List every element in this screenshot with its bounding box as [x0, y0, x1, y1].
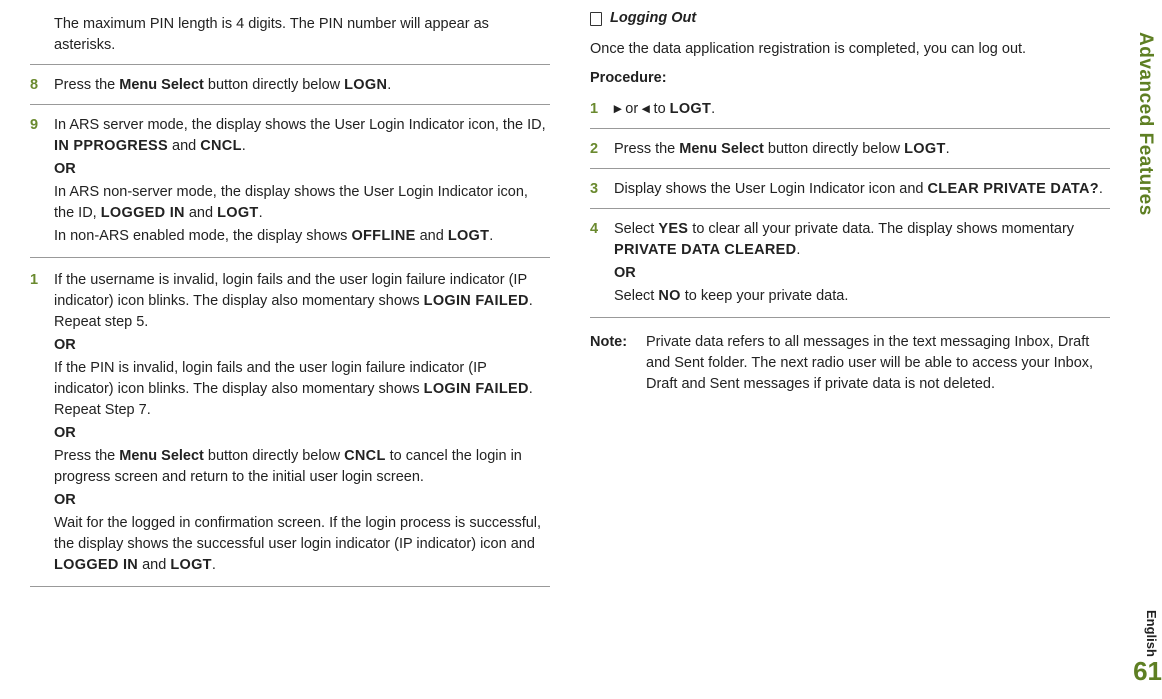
text: Display shows the User Login Indicator i… [614, 181, 928, 197]
step-number: 1 [590, 99, 604, 120]
display-text: LOGIN FAILED [424, 293, 529, 309]
text: and [416, 228, 448, 244]
text: . [387, 77, 391, 93]
step-body: Select YES to clear all your private dat… [614, 219, 1110, 309]
text: Press the [54, 448, 119, 464]
display-text: LOGT [217, 205, 258, 221]
display-text: NO [658, 288, 680, 304]
step-body: In ARS server mode, the display shows th… [54, 115, 550, 249]
display-text: LOGT [448, 228, 489, 244]
procedure-label: Procedure: [590, 68, 1110, 89]
text: . [259, 205, 263, 221]
text: Wait for the logged in confirmation scre… [54, 515, 541, 552]
step-9: 9 In ARS server mode, the display shows … [30, 109, 550, 258]
text: button directly below [204, 448, 344, 464]
text: . [796, 242, 800, 258]
section-heading: Logging Out [590, 8, 1110, 29]
text: and [185, 205, 217, 221]
left-column: The maximum PIN length is 4 digits. The … [30, 8, 550, 591]
display-text: IN PPROGRESS [54, 138, 168, 154]
proc-step-3: 3 Display shows the User Login Indicator… [590, 173, 1110, 209]
proc-step-2: 2 Press the Menu Select button directly … [590, 133, 1110, 169]
display-text: LOGT [170, 557, 211, 573]
menu-select-label: Menu Select [119, 77, 204, 93]
text: . [489, 228, 493, 244]
menu-select-label: Menu Select [679, 141, 764, 157]
proc-step-1: 1 ▸ or ◂ to LOGT. [590, 93, 1110, 129]
section-title: Logging Out [610, 8, 696, 29]
text: Press the [614, 141, 679, 157]
intro-text: The maximum PIN length is 4 digits. The … [54, 14, 550, 56]
page-number: 61 [1133, 653, 1162, 691]
menu-select-label: Menu Select [119, 448, 204, 464]
or-label: OR [54, 423, 550, 444]
or-label: OR [54, 159, 550, 180]
display-text: LOGT [670, 101, 711, 117]
spacer [30, 14, 44, 56]
step-body: Display shows the User Login Indicator i… [614, 179, 1110, 200]
display-text: CNCL [200, 138, 241, 154]
text: and [138, 557, 170, 573]
text: Select [614, 221, 658, 237]
text: Press the [54, 77, 119, 93]
text: button directly below [764, 141, 904, 157]
text: . [946, 141, 950, 157]
text: and [168, 138, 200, 154]
step-number: 4 [590, 219, 604, 309]
display-text: CNCL [344, 448, 385, 464]
step-number: 2 [590, 139, 604, 160]
text: . [242, 138, 246, 154]
step-body: Press the Menu Select button directly be… [54, 75, 550, 96]
text: . [212, 557, 216, 573]
text: to [650, 101, 670, 117]
intro-block: The maximum PIN length is 4 digits. The … [30, 8, 550, 65]
proc-step-4: 4 Select YES to clear all your private d… [590, 213, 1110, 318]
right-column: Logging Out Once the data application re… [590, 8, 1110, 591]
left-arrow-icon: ◂ [642, 101, 649, 117]
display-text: LOGGED IN [101, 205, 185, 221]
or-label: OR [54, 490, 550, 511]
side-tab: Advanced Features [1128, 30, 1162, 218]
language-label: English [1141, 610, 1160, 657]
text: to clear all your private data. The disp… [688, 221, 1074, 237]
step-body: ▸ or ◂ to LOGT. [614, 99, 1110, 120]
or-label: OR [614, 263, 1110, 284]
step-body: Press the Menu Select button directly be… [614, 139, 1110, 160]
display-text: PRIVATE DATA CLEARED [614, 242, 796, 258]
page-content: The maximum PIN length is 4 digits. The … [0, 0, 1162, 599]
text: If the PIN is invalid, login fails and t… [54, 360, 487, 397]
section-intro: Once the data application registration i… [590, 39, 1110, 60]
step-8: 8 Press the Menu Select button directly … [30, 69, 550, 105]
text: Select [614, 288, 658, 304]
display-text: LOGT [904, 141, 945, 157]
text: . [711, 101, 715, 117]
display-text: LOGIN FAILED [424, 381, 529, 397]
text: or [621, 101, 642, 117]
step-body: If the username is invalid, login fails … [54, 270, 550, 578]
step-number: 1 [30, 270, 44, 578]
display-text: LOGN [344, 77, 387, 93]
text: In ARS server mode, the display shows th… [54, 117, 546, 133]
step-number: 8 [30, 75, 44, 96]
display-text: YES [658, 221, 688, 237]
display-text: OFFLINE [351, 228, 415, 244]
note-label: Note: [590, 332, 634, 395]
step-number: 9 [30, 115, 44, 249]
text: to keep your private data. [681, 288, 849, 304]
step-number: 3 [590, 179, 604, 200]
text: button directly below [204, 77, 344, 93]
document-icon [590, 12, 602, 26]
note-body: Private data refers to all messages in t… [646, 332, 1110, 395]
display-text: CLEAR PRIVATE DATA? [928, 181, 1099, 197]
text: . [1099, 181, 1103, 197]
or-label: OR [54, 335, 550, 356]
display-text: LOGGED IN [54, 557, 138, 573]
note-block: Note: Private data refers to all message… [590, 332, 1110, 395]
step-1: 1 If the username is invalid, login fail… [30, 264, 550, 587]
text: In non-ARS enabled mode, the display sho… [54, 228, 351, 244]
